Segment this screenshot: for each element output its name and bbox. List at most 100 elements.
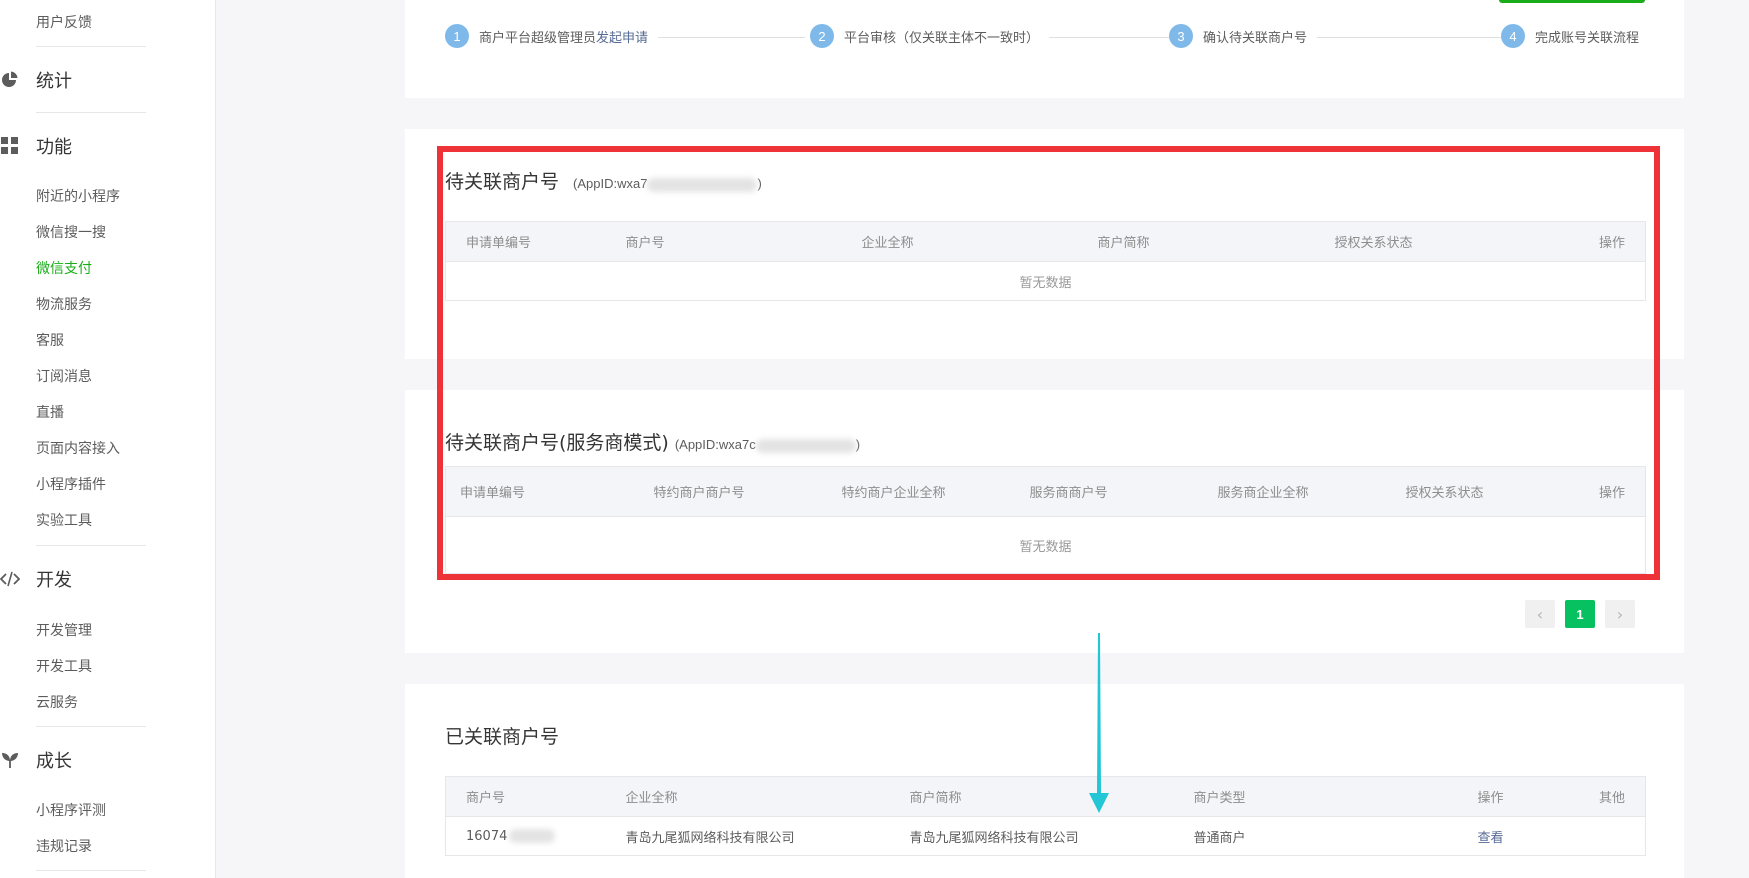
merchant-id-cell: 16074 — [445, 816, 606, 856]
step-text: 商户平台超级管理员 — [479, 30, 597, 46]
step-connector — [1315, 37, 1505, 38]
sidebar-item-dev-tools[interactable]: 开发工具 — [36, 656, 92, 676]
step-text: 平台审核（仅关联主体不一致时） — [844, 30, 1040, 46]
sidebar-item-plugins[interactable]: 小程序插件 — [36, 474, 106, 494]
redacted-value — [755, 438, 856, 453]
sidebar-item-wechat-pay[interactable]: 微信支付 — [36, 258, 92, 278]
step-connector — [645, 37, 805, 38]
column-header: 操作 — [1561, 466, 1646, 517]
column-header: 服务商商户号 — [1009, 466, 1198, 517]
sidebar-divider — [36, 726, 146, 727]
column-header: 企业全称 — [841, 221, 1078, 262]
section-title: 待关联商户号(服务商模式) — [445, 432, 669, 454]
step-text: 确认待关联商户号 — [1203, 30, 1308, 46]
section-title: 已关联商户号 — [445, 726, 560, 748]
sidebar-category-growth[interactable]: 成长 — [0, 748, 72, 772]
pending-sp-merchants-table: 申请单编号 特约商户商户号 特约商户企业全称 服务商商户号 服务商企业全称 授权… — [445, 466, 1646, 574]
sidebar-item-subscription[interactable]: 订阅消息 — [36, 366, 92, 386]
sidebar-item-customer-service[interactable]: 客服 — [36, 330, 64, 350]
sidebar-divider — [36, 870, 146, 871]
step-number: 1 — [445, 24, 469, 48]
sidebar-item-feedback[interactable]: 用户反馈 — [36, 12, 92, 32]
step-number: 3 — [1169, 24, 1193, 48]
primary-action-button[interactable] — [1499, 0, 1645, 3]
view-link[interactable]: 查看 — [1478, 831, 1504, 846]
appid-suffix: ) — [855, 437, 861, 452]
pending-merchants-table: 申请单编号 商户号 企业全称 商户简称 授权关系状态 操作 暂无数据 — [445, 221, 1646, 301]
column-header: 授权关系状态 — [1385, 466, 1562, 517]
redacted-value — [647, 177, 758, 192]
sidebar-category-stats[interactable]: 统计 — [0, 68, 72, 92]
sidebar-item-page-content[interactable]: 页面内容接入 — [36, 438, 120, 458]
column-header: 特约商户商户号 — [633, 466, 822, 517]
pending-merchants-title-row: 待关联商户号 (AppID:wxa7) — [445, 167, 762, 194]
appid-prefix: (AppID:wxa7 — [573, 176, 648, 191]
column-header: 服务商企业全称 — [1197, 466, 1386, 517]
merchant-type-cell: 普通商户 — [1173, 816, 1458, 856]
sidebar-divider — [36, 545, 146, 546]
next-page-button[interactable]: › — [1605, 600, 1635, 628]
pagination: ‹ 1 › — [1525, 600, 1635, 628]
step-number: 4 — [1501, 24, 1525, 48]
empty-state-text: 暂无数据 — [445, 516, 1646, 574]
empty-row: 暂无数据 — [445, 516, 1646, 574]
column-header: 操作 — [1457, 776, 1558, 817]
appid-prefix: (AppID:wxa7c — [674, 437, 756, 452]
short-name-cell: 青岛九尾狐网络科技有限公司 — [889, 816, 1174, 856]
table-header-row: 商户号 企业全称 商户简称 商户类型 操作 其他 — [445, 776, 1646, 817]
sidebar-item-wechat-search[interactable]: 微信搜一搜 — [36, 222, 106, 242]
step-2: 2 平台审核（仅关联主体不一致时） — [810, 24, 1050, 48]
column-header: 特约商户企业全称 — [821, 466, 1010, 517]
company-cell: 青岛九尾狐网络科技有限公司 — [605, 816, 890, 856]
step-text: 完成账号关联流程 — [1535, 30, 1640, 46]
column-header: 申请单编号 — [445, 221, 606, 262]
sidebar-item-nearby-miniprogram[interactable]: 附近的小程序 — [36, 186, 120, 206]
empty-row: 暂无数据 — [445, 261, 1646, 301]
sidebar-category-label: 功能 — [36, 137, 72, 158]
column-header: 商户类型 — [1173, 776, 1458, 817]
table-header-row: 申请单编号 特约商户商户号 特约商户企业全称 服务商商户号 服务商企业全称 授权… — [445, 466, 1646, 517]
column-header: 商户号 — [445, 776, 606, 817]
sidebar-item-live[interactable]: 直播 — [36, 402, 64, 422]
appid-label: (AppID:wxa7c) — [675, 437, 860, 453]
linked-merchants-table: 商户号 企业全称 商户简称 商户类型 操作 其他 16074 青岛九尾狐网络科技… — [445, 776, 1646, 856]
linked-merchants-panel: 已关联商户号 商户号 企业全称 商户简称 商户类型 操作 其他 16074 青岛… — [405, 684, 1684, 878]
column-header: 申请单编号 — [445, 466, 634, 517]
pending-sp-title-row: 待关联商户号(服务商模式) (AppID:wxa7c) — [445, 428, 860, 455]
merchant-id: 16074 — [466, 828, 508, 844]
prev-page-button[interactable]: ‹ — [1525, 600, 1555, 628]
sidebar-item-lab-tools[interactable]: 实验工具 — [36, 510, 92, 530]
step-1: 1 商户平台超级管理员 发起申请 — [445, 24, 659, 48]
current-page-button[interactable]: 1 — [1565, 600, 1595, 628]
pie-chart-icon — [0, 70, 20, 90]
sidebar-category-label: 开发 — [36, 570, 72, 591]
pending-sp-merchants-panel: 待关联商户号(服务商模式) (AppID:wxa7c) 申请单编号 特约商户商户… — [405, 390, 1684, 653]
section-title: 待关联商户号 — [445, 171, 560, 193]
sidebar-category-features[interactable]: 功能 — [0, 134, 72, 158]
sidebar-item-dev-management[interactable]: 开发管理 — [36, 620, 92, 640]
empty-state-text: 暂无数据 — [445, 261, 1646, 301]
sprout-icon — [0, 750, 20, 770]
sidebar-category-label: 成长 — [36, 751, 72, 772]
column-header: 商户简称 — [889, 776, 1174, 817]
steps-panel: 1 商户平台超级管理员 发起申请 2 平台审核（仅关联主体不一致时） 3 确认待关… — [405, 0, 1684, 98]
step-number: 2 — [810, 24, 834, 48]
sidebar: 用户反馈 统计 功能 附近的小程序 微信搜一搜 微信支付 物流服务 客服 订阅消… — [0, 0, 216, 878]
column-header: 商户简称 — [1077, 221, 1315, 262]
sidebar-category-dev[interactable]: 开发 — [0, 567, 72, 591]
table-row: 16074 青岛九尾狐网络科技有限公司 青岛九尾狐网络科技有限公司 普通商户 查… — [445, 816, 1646, 856]
column-header: 授权关系状态 — [1314, 221, 1546, 262]
sidebar-item-logistics[interactable]: 物流服务 — [36, 294, 92, 314]
appid-suffix: ) — [757, 176, 762, 191]
sidebar-item-evaluation[interactable]: 小程序评测 — [36, 800, 106, 820]
code-icon — [0, 569, 21, 589]
action-cell: 查看 — [1457, 816, 1558, 856]
initiate-application-link[interactable]: 发起申请 — [596, 27, 648, 46]
sidebar-item-violations[interactable]: 违规记录 — [36, 836, 92, 856]
redacted-value — [509, 829, 556, 843]
sidebar-item-cloud[interactable]: 云服务 — [36, 692, 78, 712]
table-header-row: 申请单编号 商户号 企业全称 商户简称 授权关系状态 操作 — [445, 221, 1646, 262]
pending-merchants-panel: 待关联商户号 (AppID:wxa7) 申请单编号 商户号 企业全称 商户简称 … — [405, 129, 1684, 359]
step-3: 3 确认待关联商户号 — [1169, 24, 1318, 48]
other-cell — [1557, 816, 1646, 856]
